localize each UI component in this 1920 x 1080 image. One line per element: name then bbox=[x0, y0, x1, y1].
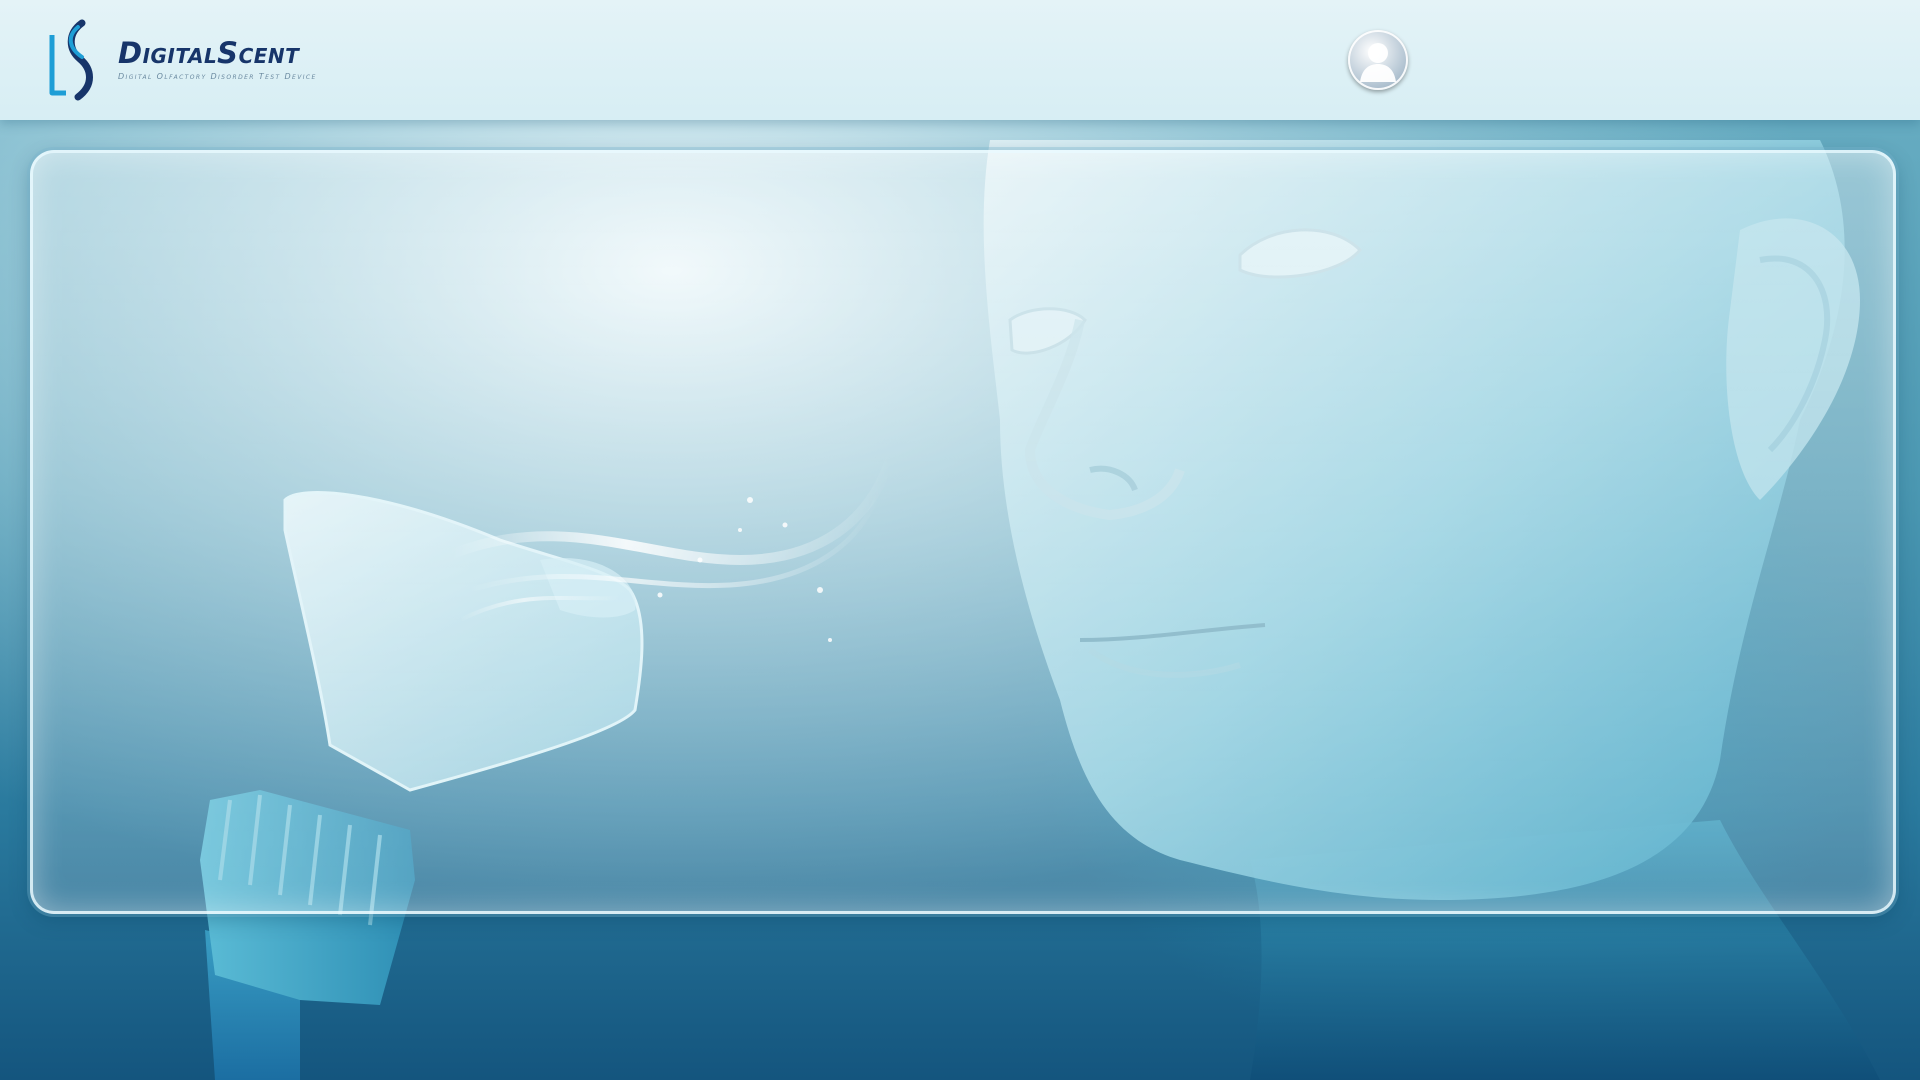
ds-logo-icon bbox=[49, 19, 93, 101]
app-header: DigitalScent Digital Olfactory Disorder … bbox=[0, 0, 1920, 120]
brand-name: DigitalScent bbox=[118, 36, 300, 70]
brand-tagline: Digital Olfactory Disorder Test Device bbox=[118, 72, 317, 81]
user-avatar-icon bbox=[1360, 43, 1396, 82]
app-logo: DigitalScent Digital Olfactory Disorder … bbox=[48, 18, 317, 102]
main-content-panel bbox=[30, 150, 1896, 914]
user-avatar-button[interactable] bbox=[1348, 30, 1408, 90]
